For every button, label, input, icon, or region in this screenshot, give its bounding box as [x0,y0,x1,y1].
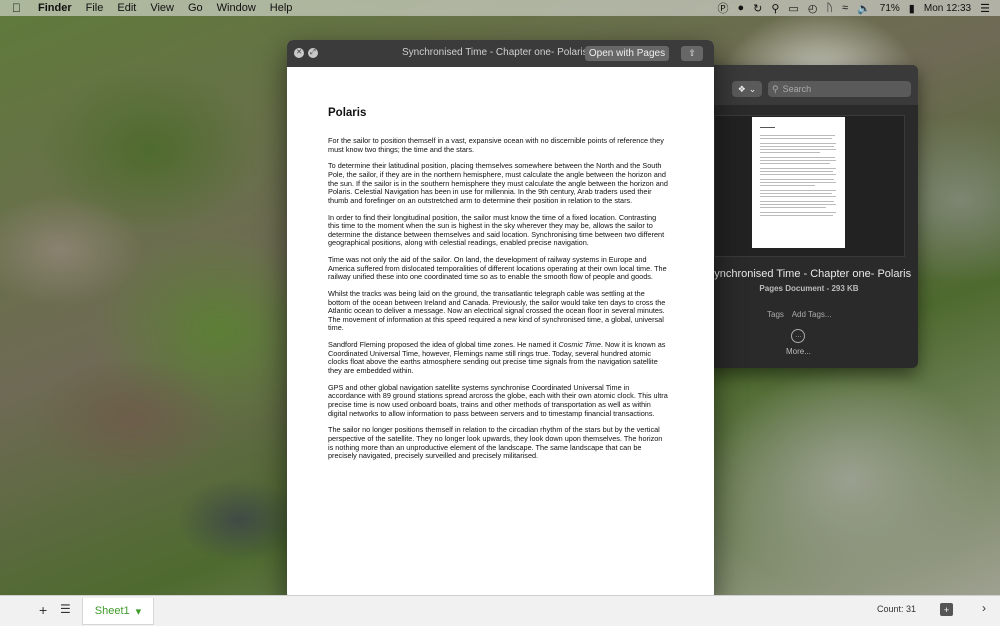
airplay-icon[interactable]: ▭ [788,2,798,15]
paragraph: In order to find their longitudinal posi… [328,212,665,248]
share-icon[interactable]: ⇧ [681,46,703,61]
volume-icon[interactable]: 🔈 [857,2,871,15]
wifi-icon[interactable]: ≈ [842,2,848,14]
sheet-list-icon[interactable]: ☰ [60,602,71,616]
close-icon[interactable]: ✕ [294,48,304,58]
tags-label: Tags [767,310,784,319]
chevron-down-icon: ▾ [135,605,142,618]
status-area: Ⓟ ● ↻ ⚲ ▭ ◴ ᚢ ≈ 🔈 71% ▮ Mon 12:33 ☰ [717,0,990,16]
sync-icon[interactable]: ↻ [753,2,762,15]
paragraph: Sandford Fleming proposed the idea of gl… [328,340,669,375]
window-title: Synchronised Time - Chapter one- Polaris [402,47,588,58]
more-icon: … [791,329,806,343]
chevron-down-icon: ⌄ [748,83,757,94]
menu-help[interactable]: Help [270,2,293,14]
menu-view[interactable]: View [150,2,174,14]
paragraph: GPS and other global navigation satellit… [328,382,668,418]
fullscreen-icon[interactable]: ⤢ [308,48,318,58]
paragraph: For the sailor to position themself in a… [328,136,664,154]
sheet-tab[interactable]: Sheet1 ▾ [82,598,154,625]
quicklook-titlebar: ✕ ⤢ Synchronised Time - Chapter one- Pol… [287,40,714,67]
search-icon: ⚲ [772,83,779,94]
dropbox-menu-button[interactable]: ❖ ⌄ [732,81,762,97]
sheet-tab-label: Sheet1 [94,605,130,617]
dropbox-icon: ❖ [737,83,746,94]
file-kind-size: Pages Document - 293 KB [759,284,859,293]
tags-row: Tags Add Tags... [767,310,838,319]
creative-cloud-icon[interactable]: ● [737,2,744,14]
search-placeholder: Search [782,84,812,94]
time-machine-icon[interactable]: ◴ [808,2,818,15]
search-field[interactable]: ⚲ Search [768,81,911,97]
file-name: Synchronised Time - Chapter one- Polaris [706,268,912,280]
finder-info-window: ❖ ⌄ ⚲ Search Synchronised Time - Chapter o… [700,65,918,368]
paragraph: Whilst the tracks was being laid on the … [328,289,666,333]
selection-count: Count: 31 [877,604,917,614]
document-thumbnail[interactable] [752,117,845,248]
document-page: Polaris For the sailor to position thems… [287,67,714,599]
menu-file[interactable]: File [86,2,104,14]
sheet-bar: + ☰ Sheet1 ▾ Count: 31 + › [0,595,1000,626]
apple-menu-icon[interactable]:  [12,1,26,15]
menu-edit[interactable]: Edit [117,2,136,14]
clock[interactable]: Mon 12:33 [924,3,971,14]
status-app-icon[interactable]: Ⓟ [717,0,728,16]
paragraph: The sailor no longer positions themself … [328,425,663,461]
add-sheet-icon[interactable]: + [39,602,47,618]
bluetooth-icon[interactable]: ᚢ [826,2,833,14]
add-tags-field[interactable]: Add Tags... [792,310,832,319]
more-button[interactable]: … More... [786,329,811,356]
document-heading: Polaris [328,107,367,119]
battery-percent[interactable]: 71% [880,3,900,14]
menu-go[interactable]: Go [188,2,203,14]
battery-icon[interactable]: ▮ [909,2,915,15]
open-with-pages-button[interactable]: Open with Pages [585,46,669,61]
comment-icon[interactable]: + [940,603,953,616]
menu-bar:  Finder File Edit View Go Window Help Ⓟ… [0,0,1000,16]
quicklook-window: ✕ ⤢ Synchronised Time - Chapter one- Pol… [287,40,714,599]
document-body: Polaris For the sailor to position thems… [328,107,669,469]
menu-window[interactable]: Window [217,2,256,14]
chevron-right-icon[interactable]: › [982,601,986,615]
spotlight-search-icon[interactable]: ⚲ [771,2,779,15]
control-list-icon[interactable]: ☰ [980,2,990,15]
more-label: More... [786,347,811,356]
paragraph: Time was not only the aid of the sailor.… [328,255,667,282]
menu-app-finder[interactable]: Finder [38,2,72,14]
paragraph: To determine their latitudinal position,… [328,161,668,205]
